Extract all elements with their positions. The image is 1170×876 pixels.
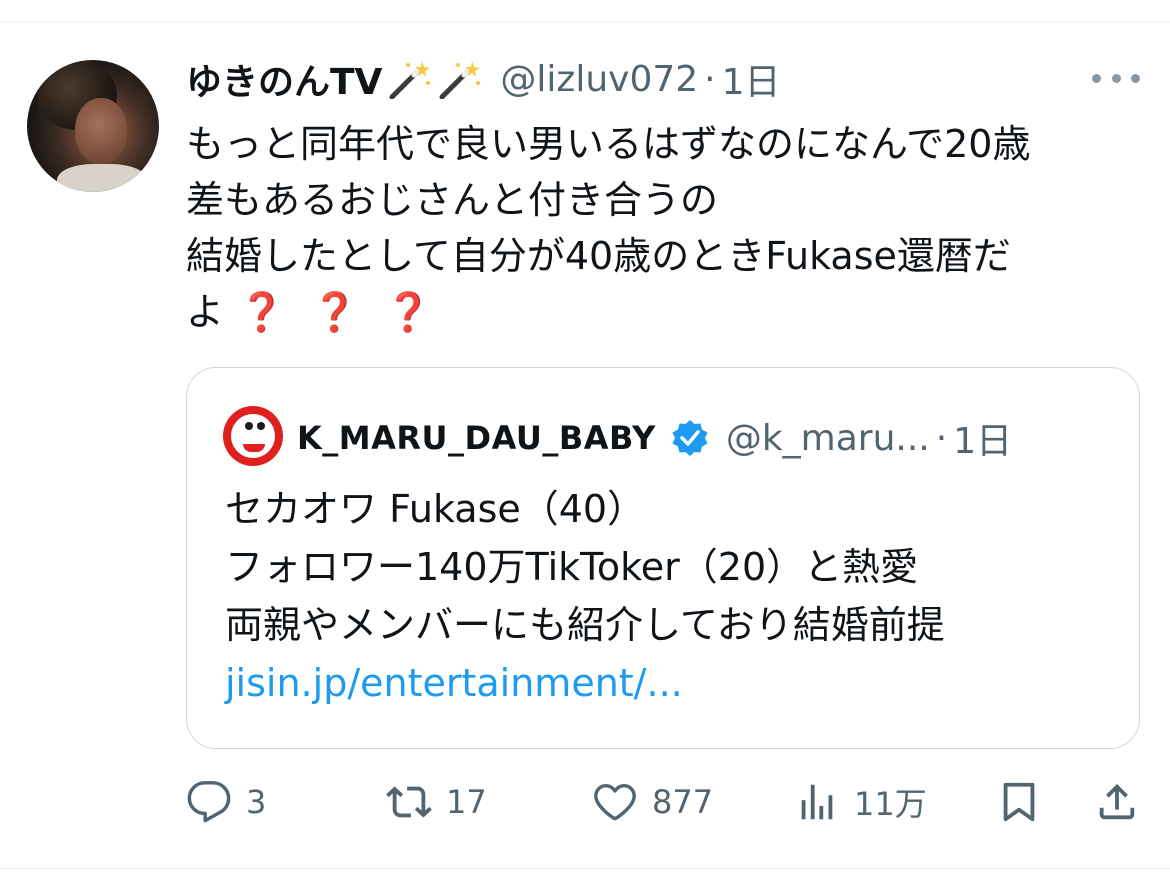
bookmark-icon — [1003, 782, 1035, 822]
reply-button[interactable]: 3 — [186, 770, 266, 834]
reply-count: 3 — [246, 783, 267, 821]
reply-icon — [187, 781, 231, 823]
tweet-actions-bar: 3 17 877 11万 — [0, 770, 1170, 834]
verified-badge-icon — [672, 420, 708, 456]
separator-dot: · — [935, 417, 948, 459]
views-count: 11万 — [854, 785, 927, 823]
quoted-tweet-text: セカオワ Fukase（40） フォロワー140万TikToker（20）と熱愛… — [225, 480, 1105, 712]
author-handle[interactable]: @lizluv072 — [500, 59, 698, 100]
quoted-tweet-header: K_MARU_DAU_BABY @k_maru... · 1日 — [297, 412, 1012, 464]
share-icon — [1099, 783, 1135, 820]
author-display-name[interactable]: ゆきのんTV — [186, 53, 382, 105]
tweet-text: もっと同年代で良い男いるはずなのになんで20歳 差もあるおじさんと付き合うの 結… — [186, 116, 1146, 340]
tweet-text-line: 差もあるおじさんと付き合うの — [186, 178, 719, 222]
bookmark-button[interactable] — [996, 770, 1042, 834]
heart-icon — [594, 783, 636, 821]
bottom-divider — [0, 868, 1170, 869]
quoted-author-display-name[interactable]: K_MARU_DAU_BABY — [297, 419, 656, 457]
question-mark-emoji: ❓ — [238, 290, 286, 334]
retweet-icon — [386, 786, 432, 818]
tweet-timestamp[interactable]: 1日 — [722, 53, 781, 105]
quoted-text-line: フォロワー140万TikToker（20）と熱愛 — [225, 545, 919, 589]
quoted-text-line: 両親やメンバーにも紹介しており結婚前提 — [225, 603, 945, 647]
question-mark-emoji: ❓ — [384, 290, 432, 334]
quoted-author-handle[interactable]: @k_maru... — [726, 418, 930, 459]
question-mark-emoji: ❓ — [311, 290, 359, 334]
share-button[interactable] — [1094, 770, 1140, 834]
top-divider — [0, 21, 1170, 22]
separator-dot: · — [704, 58, 716, 100]
quoted-tweet-card[interactable]: K_MARU_DAU_BABY @k_maru... · 1日 セカオワ Fuk… — [186, 367, 1140, 749]
tweet-text-line: もっと同年代で良い男いるはずなのになんで20歳 — [186, 122, 1031, 166]
author-avatar[interactable] — [27, 60, 159, 192]
quoted-text-line: セカオワ Fukase（40） — [225, 487, 646, 531]
quoted-author-avatar[interactable] — [223, 406, 283, 466]
retweet-button[interactable]: 17 — [386, 770, 487, 834]
more-options-icon[interactable] — [1092, 63, 1140, 93]
analytics-icon — [801, 784, 833, 820]
magic-wand-icon — [389, 61, 431, 99]
views-button[interactable]: 11万 — [794, 770, 927, 834]
magic-wand-icon — [439, 61, 481, 99]
like-count: 877 — [652, 783, 714, 821]
tweet-text-last-line: よ ❓ ❓ ❓ — [186, 284, 1146, 340]
tweet-text-line: よ — [186, 290, 225, 334]
tweet-text-line: 結婚したとして自分が40歳のときFukase還暦だ — [186, 234, 1011, 278]
quoted-tweet-link[interactable]: jisin.jp/entertainment/... — [225, 654, 1105, 712]
quoted-tweet-timestamp[interactable]: 1日 — [953, 412, 1012, 464]
retweet-count: 17 — [446, 783, 487, 821]
tweet-header: ゆきのんTV @lizluv072 · 1日 — [186, 53, 781, 105]
like-button[interactable]: 877 — [592, 770, 713, 834]
